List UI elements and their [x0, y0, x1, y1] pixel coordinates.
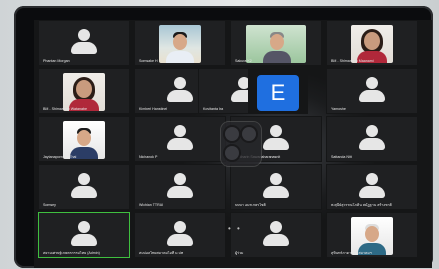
- participant-name: Nichanok P: [139, 155, 158, 159]
- participant-name: BM - Shimamoto Maanami: [331, 59, 374, 63]
- participant-tile[interactable]: BM - Shimamoto Watanabe: [38, 68, 130, 114]
- participant-video: [63, 121, 105, 159]
- participant-name: สมปอลไทยสมาคมไอที ม.ปท: [139, 251, 184, 255]
- participant-name: Yamoshe: [331, 107, 346, 111]
- participant-name: บษบา อมรเกษรโชติ: [235, 203, 266, 207]
- avatar-placeholder-icon: [165, 77, 195, 103]
- participant-tile[interactable]: E: [248, 68, 308, 114]
- participant-tile[interactable]: พ.ศุนีย์สุวรรณโภคิน สมัฏฐาน สร้างชาติ: [326, 164, 418, 210]
- page-indicator[interactable]: • •: [228, 224, 242, 233]
- avatar-placeholder-icon: [165, 125, 195, 151]
- avatar-placeholder-icon: [357, 125, 387, 151]
- initial-avatar: E: [257, 75, 299, 111]
- participant-name: Somsake H: [139, 59, 158, 63]
- participant-tile[interactable]: Sattanda Nitt: [326, 116, 418, 162]
- participant-name: Sakura K2: [235, 59, 252, 63]
- participant-name: ผู้ร่วม: [235, 251, 244, 255]
- avatar-placeholder-icon: [357, 173, 387, 199]
- avatar-placeholder-icon: [69, 173, 99, 199]
- participant-tile[interactable]: สุขินทร์ภาดาแสง สมาคมฯ: [326, 212, 418, 258]
- participant-tile[interactable]: บษบา อมรเกษรโชติ: [230, 164, 322, 210]
- participant-tile[interactable]: Sakura K2: [230, 20, 322, 66]
- avatar-placeholder-icon: [261, 173, 291, 199]
- participant-video: [159, 25, 201, 63]
- participant-video: [351, 217, 393, 255]
- participant-name: พ.ศุนีย์สุวรรณโภคิน สมัฏฐาน สร้างชาติ: [331, 203, 392, 207]
- participant-tile[interactable]: Somsake H: [134, 20, 226, 66]
- participant-tile[interactable]: Nichanok P: [134, 116, 226, 162]
- avatar-placeholder-icon: [357, 77, 387, 103]
- avatar-placeholder-icon: [261, 125, 291, 151]
- participant-name: Somsey: [43, 203, 56, 207]
- participant-name: Phantan Morgan: [43, 59, 70, 63]
- avatar-placeholder-icon: [165, 173, 195, 199]
- participant-name: Sattanda Nitt: [331, 155, 352, 159]
- participant-tile[interactable]: BM - Shimamoto Maanami: [326, 20, 418, 66]
- avatar-placeholder-icon: [261, 221, 291, 247]
- participant-tile[interactable]: Yamoshe: [326, 68, 418, 114]
- participant-tile[interactable]: สมปอลไทยสมาคมไอที ม.ปท: [134, 212, 226, 258]
- participant-name: Wichian TTRAI: [139, 203, 164, 207]
- participant-video: [246, 25, 306, 63]
- participant-tile[interactable]: Wichian TTRAI: [134, 164, 226, 210]
- participant-name: Jaytanaporn Lik Thai: [43, 155, 77, 159]
- participant-name: สยามเศรษฐ์เกษตรกรรมไทย (Admin): [43, 251, 100, 255]
- participant-name: สุขินทร์ภาดาแสง สมาคมฯ: [331, 251, 372, 255]
- avatar-placeholder-icon: [69, 29, 99, 55]
- participant-tile[interactable]: Phantan Morgan: [38, 20, 130, 66]
- participant-tile[interactable]: Somsey: [38, 164, 130, 210]
- avatar-placeholder-icon: [69, 221, 99, 247]
- camera-reflection: [221, 122, 261, 166]
- avatar-placeholder-icon: [165, 221, 195, 247]
- participant-tile[interactable]: สยามเศรษฐ์เกษตรกรรมไทย (Admin): [38, 212, 130, 258]
- participant-name: BM - Shimamoto Watanabe: [43, 107, 88, 111]
- participant-tile[interactable]: ผู้ร่วม: [230, 212, 322, 258]
- participant-video: [351, 25, 393, 63]
- participant-tile[interactable]: Jaytanaporn Lik Thai: [38, 116, 130, 162]
- participant-video: [63, 73, 105, 111]
